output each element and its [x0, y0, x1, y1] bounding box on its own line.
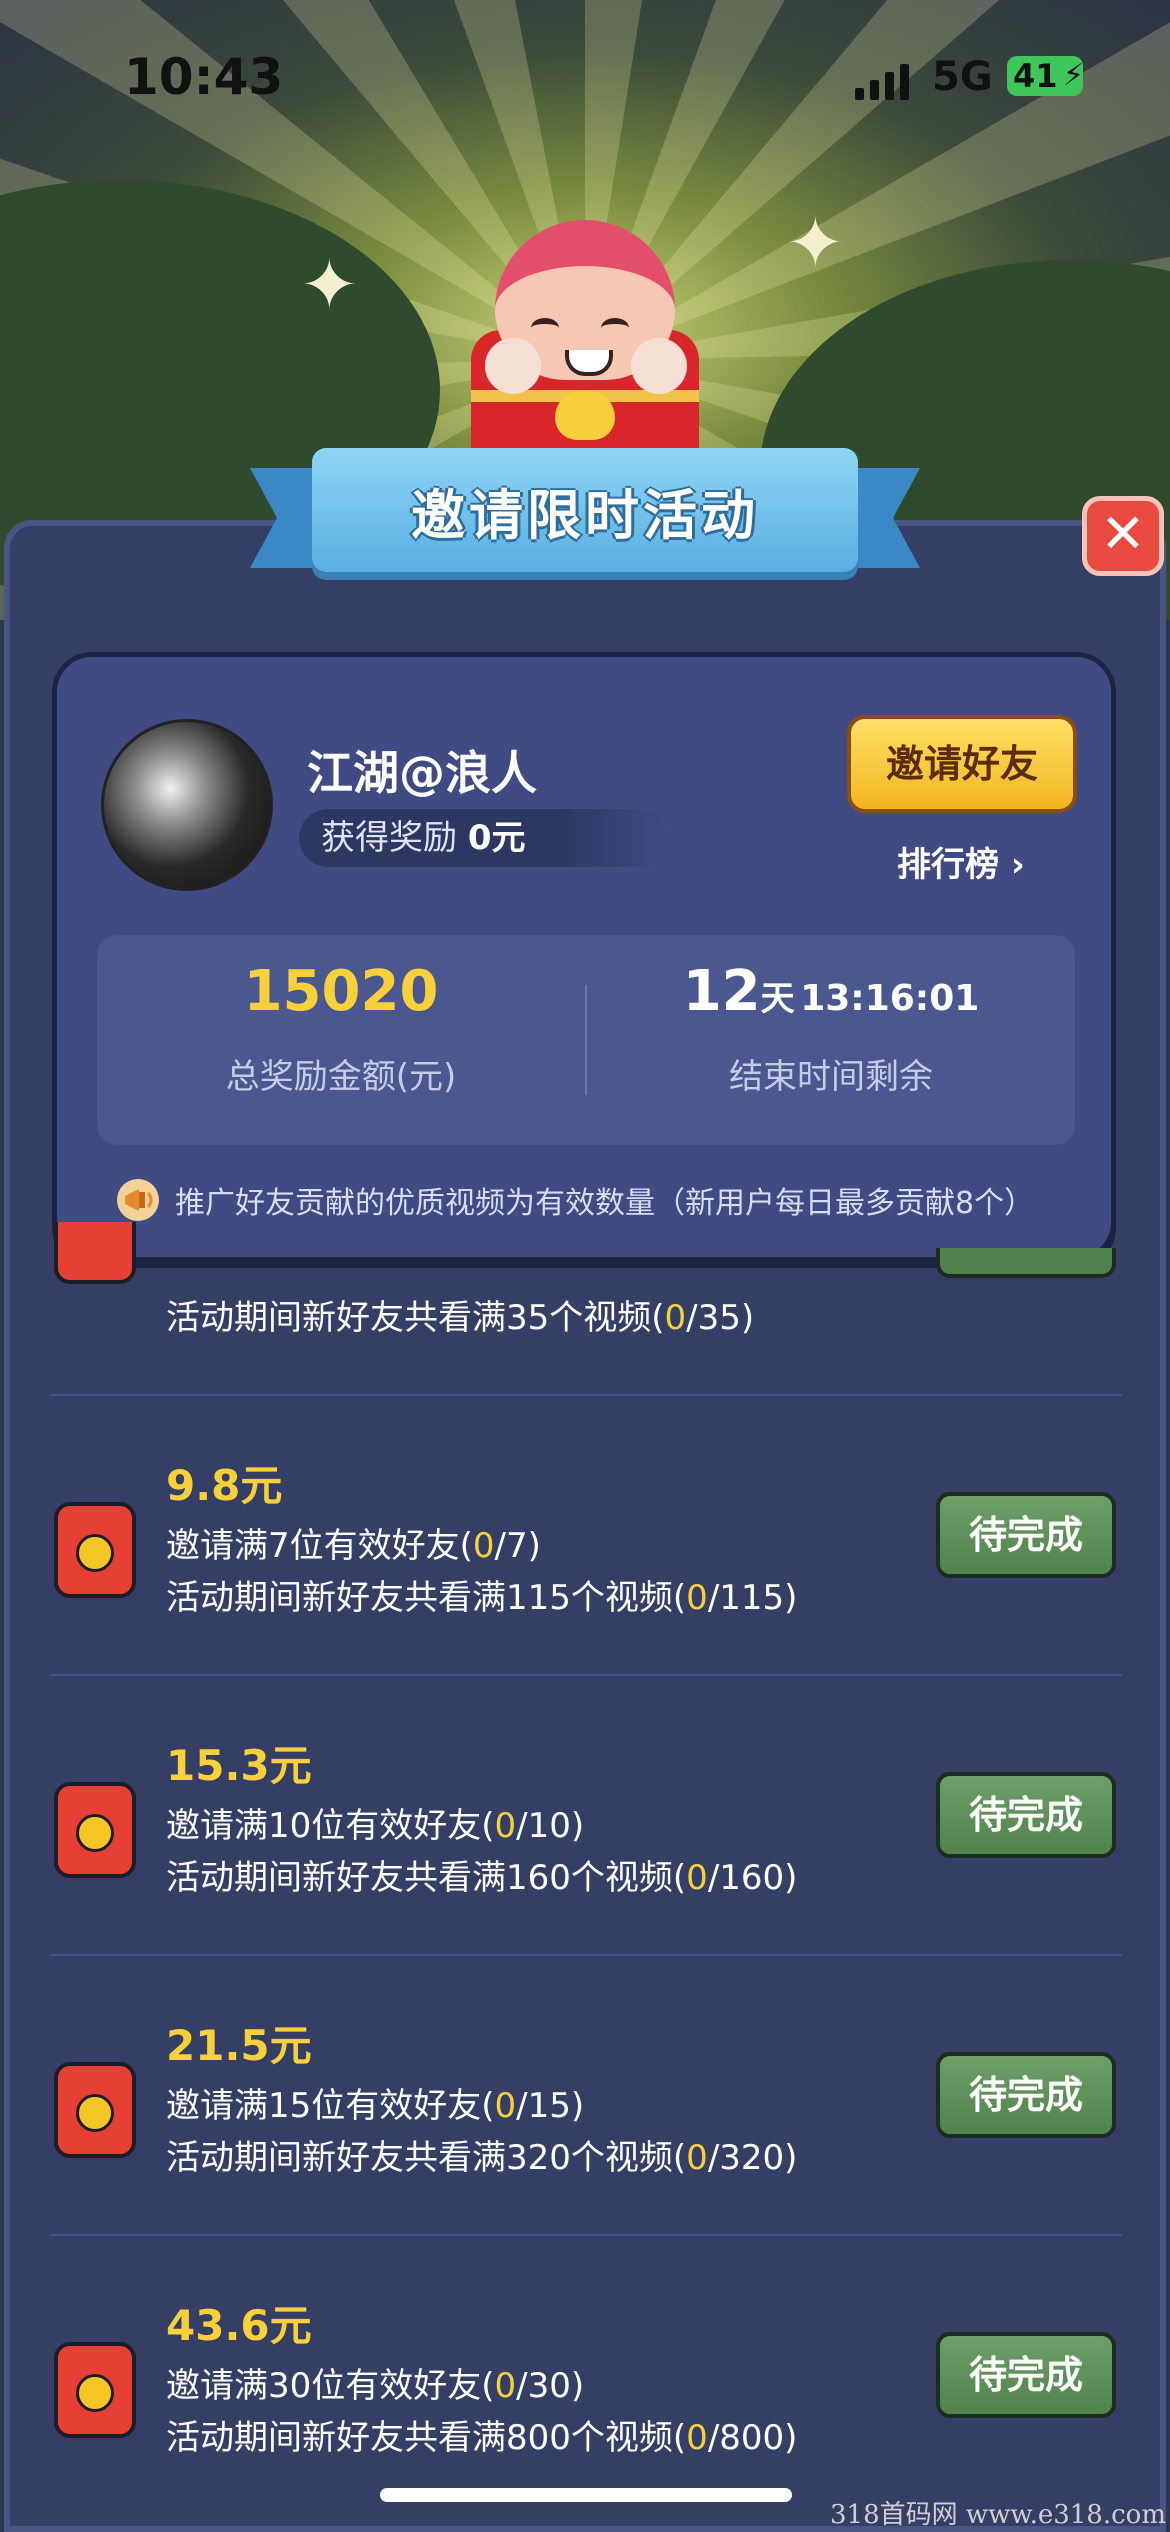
- cellular-signal-icon: [855, 62, 909, 100]
- invite-friends-button[interactable]: 邀请好友: [847, 715, 1077, 813]
- reward-value: 0元: [467, 818, 526, 858]
- ranking-link[interactable]: 排行榜 ›: [897, 837, 1025, 886]
- home-indicator[interactable]: [380, 2488, 792, 2502]
- red-envelope-icon: [54, 2342, 136, 2438]
- mascot-illustration: [455, 220, 715, 470]
- countdown-clock: 13:16:01: [800, 978, 980, 1019]
- watermark: 318首码网 www.e318.com: [830, 2500, 1166, 2530]
- red-envelope-icon: [54, 1782, 136, 1878]
- countdown-days: 12: [682, 959, 761, 1024]
- total-reward-label: 总奖励金额(元): [225, 1057, 457, 1097]
- task-video-requirement: 活动期间新好友共看满800个视频(0/800): [166, 2418, 798, 2458]
- red-envelope-icon: [54, 2062, 136, 2158]
- task-invite-requirement: 邀请满30位有效好友(0/30): [166, 2366, 585, 2406]
- countdown-days-unit: 天: [760, 979, 795, 1019]
- countdown-label: 结束时间剩余: [729, 1057, 933, 1097]
- task-video-requirement: 活动期间新好友共看满320个视频(0/320): [166, 2138, 798, 2178]
- stats-box: 15020 总奖励金额(元) 12天 13:16:01 结束时间剩余: [97, 935, 1075, 1145]
- page-title: 邀请限时活动: [411, 483, 759, 547]
- sparkle-icon: ✦: [300, 244, 359, 326]
- task-invite-requirement: 邀请满15位有效好友(0/15): [166, 2086, 585, 2126]
- task-video-requirement: 活动期间新好友共看满115个视频(0/115): [166, 1578, 798, 1618]
- avatar: [101, 719, 273, 891]
- task-reward-amount: 15.3元: [166, 1741, 312, 1790]
- charging-bolt-icon: ⚡: [1063, 58, 1085, 93]
- status-bar: 10:43 5G 41 ⚡: [0, 40, 1170, 120]
- task-button-partial[interactable]: [936, 1248, 1116, 1278]
- notice-text: 推广好友贡献的优质视频为有效数量（新用户每日最多贡献8个）: [175, 1186, 1035, 1221]
- task-list: 活动期间新好友共看满35个视频(0/35) 9.8元 邀请满7位有效好友(0/7…: [50, 1222, 1122, 2514]
- user-card: 江湖@浪人 获得奖励 0元 邀请好友 排行榜 › 15020 总奖励金额(元) …: [52, 652, 1116, 1262]
- user-name: 江湖@浪人: [307, 746, 537, 800]
- gold-heart-icon: [555, 390, 615, 440]
- total-reward-amount: 15020: [243, 959, 439, 1024]
- sparkle-icon: ✦: [786, 202, 845, 284]
- reward-summary: 获得奖励 0元: [299, 809, 669, 867]
- task-reward-amount: 21.5元: [166, 2021, 312, 2070]
- task-status-button[interactable]: 待完成: [936, 2332, 1116, 2418]
- network-type: 5G: [932, 54, 993, 100]
- notice-bar: 推广好友贡献的优质视频为有效数量（新用户每日最多贡献8个）: [115, 1177, 1034, 1223]
- list-item: 21.5元 邀请满15位有效好友(0/15) 活动期间新好友共看满320个视频(…: [50, 1956, 1122, 2236]
- reward-label: 获得奖励: [321, 818, 457, 858]
- countdown: 12天 13:16:01: [587, 959, 1075, 1024]
- task-video-requirement: 活动期间新好友共看满160个视频(0/160): [166, 1858, 798, 1898]
- battery-icon: 41 ⚡: [1007, 56, 1085, 96]
- task-status-button[interactable]: 待完成: [936, 1772, 1116, 1858]
- status-time: 10:43: [124, 48, 284, 106]
- list-item: 活动期间新好友共看满35个视频(0/35): [50, 1222, 1122, 1396]
- task-status-button[interactable]: 待完成: [936, 1492, 1116, 1578]
- megaphone-icon: [117, 1179, 159, 1221]
- battery-level: 41: [1013, 57, 1058, 95]
- title-ribbon: 邀请限时活动: [312, 448, 858, 572]
- task-video-requirement: 活动期间新好友共看满35个视频(0/35): [166, 1298, 755, 1338]
- task-invite-requirement: 邀请满10位有效好友(0/10): [166, 1806, 585, 1846]
- task-status-button[interactable]: 待完成: [936, 2052, 1116, 2138]
- list-item: 9.8元 邀请满7位有效好友(0/7) 活动期间新好友共看满115个视频(0/1…: [50, 1396, 1122, 1676]
- red-envelope-icon: [54, 1502, 136, 1598]
- red-envelope-icon: [54, 1222, 136, 1284]
- list-item: 15.3元 邀请满10位有效好友(0/10) 活动期间新好友共看满160个视频(…: [50, 1676, 1122, 1956]
- list-item: 43.6元 邀请满30位有效好友(0/30) 活动期间新好友共看满800个视频(…: [50, 2236, 1122, 2514]
- close-button[interactable]: ✕: [1082, 496, 1164, 576]
- task-reward-amount: 43.6元: [166, 2301, 312, 2350]
- task-reward-amount: 9.8元: [166, 1461, 283, 1510]
- task-invite-requirement: 邀请满7位有效好友(0/7): [166, 1526, 541, 1566]
